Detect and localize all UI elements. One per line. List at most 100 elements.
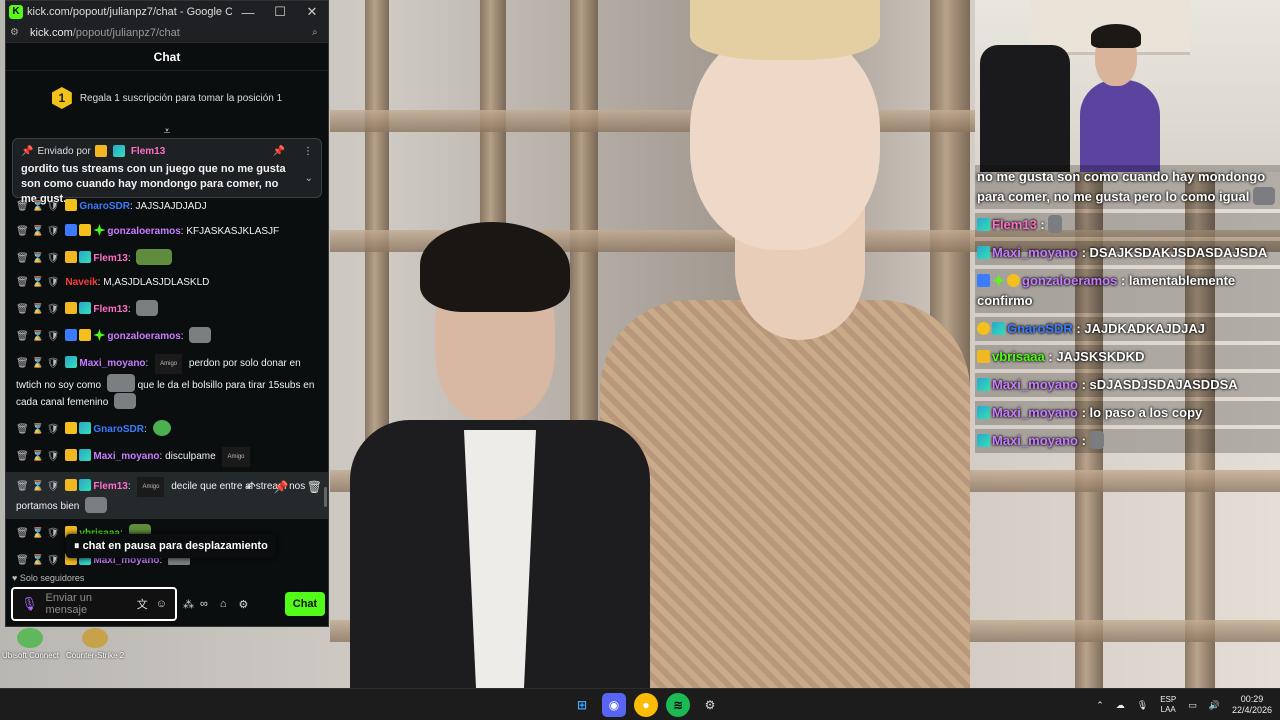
language-indicator[interactable]: ESP LAA [1160, 695, 1176, 715]
mod-tools-icon[interactable]: 🗑 ⌛ 🛡 [16, 200, 59, 214]
infinity-icon[interactable]: ∞ [200, 598, 208, 610]
mod-tools-icon[interactable]: 🗑 ⌛ 🛡 [16, 225, 59, 239]
keyboard-layout: LAA [1160, 705, 1176, 714]
mod-tools-icon[interactable]: 🗑 ⌛ 🛡 [16, 252, 59, 266]
maximize-button[interactable]: ☐ [264, 4, 296, 20]
discord-icon[interactable]: ◉ [602, 693, 626, 717]
chat-username[interactable]: GnaroSDR [79, 201, 130, 212]
site-settings-icon[interactable]: ⚙ [10, 27, 22, 38]
mod-tools-icon[interactable]: 🗑 ⌛ 🛡 [16, 450, 59, 464]
overlay-chat-user: GnaroSDR [1007, 321, 1073, 336]
chevron-down-icon[interactable]: ⌄ [305, 173, 313, 184]
chat-text: JAJSJAJDJADJ [135, 201, 207, 212]
overlay-chat-text: lo paso a los copy [1089, 405, 1203, 420]
pinned-username[interactable]: Flem13 [131, 146, 165, 157]
scrollbar-thumb[interactable] [324, 487, 327, 507]
desktop-icon-ubisoft[interactable]: Ubisoft Connect [2, 628, 59, 660]
chevron-up-icon[interactable]: ⌃ [1096, 700, 1104, 711]
ubisoft-icon [17, 628, 44, 648]
mod-tools-icon[interactable]: 🗑 ⌛ 🛡 [16, 423, 59, 437]
kick-logo-icon: K [9, 5, 23, 19]
window-titlebar: K kick.com/popout/julianpz7/chat - Googl… [6, 1, 328, 23]
steam-icon[interactable]: ⚙ [698, 693, 722, 717]
chat-username[interactable]: Flem13 [93, 253, 127, 264]
pin-message-icon[interactable]: 📌 [274, 480, 289, 494]
mod-tools-icon[interactable]: 🗑 ⌛ 🛡 [16, 330, 59, 344]
clock[interactable]: 00:29 22/4/2026 [1232, 694, 1272, 716]
overlay-chat-user: Maxi_moyano [992, 405, 1078, 420]
emoji-icon[interactable]: ☺ [156, 598, 167, 610]
heart-icon: ♥ [12, 573, 18, 583]
more-options-icon[interactable]: ⋮ [303, 146, 313, 157]
chat-paused-banner[interactable]: ⏸ chat en pausa para desplazamiento [66, 534, 276, 558]
chat-username[interactable]: Maxi_moyano [79, 358, 145, 369]
chat-message: 🗑 ⌛ 🛡 Flem13: [6, 295, 328, 322]
translate-icon[interactable]: 文 [137, 596, 148, 612]
settings-icon[interactable]: ⚙ [239, 598, 249, 611]
microphone-tray-icon[interactable]: 🎙 [1137, 700, 1148, 711]
zoom-icon[interactable]: ⌕ [312, 27, 324, 38]
desktop-icon-cs2[interactable]: Counter-Strike 2 [66, 628, 124, 660]
collapse-arrow-icon[interactable]: ⩡ [6, 125, 328, 139]
chat-text: M,ASJDLASJDLASKLD [103, 277, 210, 288]
pin-icon: 📌 [21, 145, 34, 157]
counter-strike-icon [82, 628, 109, 648]
overlay-chat-line: Maxi_moyano : sDJASDJSDAJASDDSA [975, 373, 1280, 397]
chat-username[interactable]: Maxi_moyano [93, 451, 159, 462]
spotify-icon[interactable]: ≋ [666, 693, 690, 717]
mod-tools-icon[interactable]: 🗑 ⌛ 🛡 [16, 276, 59, 290]
network-cloud-icon[interactable]: ☁ [1116, 700, 1125, 711]
message-input[interactable]: 🎙 Enviar un mensaje 文 ☺ [11, 587, 177, 621]
microphone-icon[interactable]: 🎙 [21, 596, 38, 612]
address-bar[interactable]: ⚙ kick.com/popout/julianpz7/chat ⌕ [6, 23, 328, 43]
mod-tools-icon[interactable]: 🗑 ⌛ 🛡 [16, 357, 59, 371]
overlay-chat-text: JAJDKADKAJDJAJ [1084, 321, 1205, 336]
close-button[interactable]: ✕ [296, 4, 328, 20]
chat-username[interactable]: GnaroSDR [93, 424, 144, 435]
overlay-chat-user: Maxi_moyano [992, 433, 1078, 448]
mod-tools-icon[interactable]: 🗑 ⌛ 🛡 [16, 527, 59, 541]
chat-username[interactable]: Naveik [65, 277, 97, 288]
chat-username[interactable]: gonzaloeramos [107, 226, 180, 237]
overlay-chat-line: Maxi_moyano : [975, 429, 1280, 453]
send-chat-button[interactable]: Chat [285, 592, 325, 616]
subscriber-badge-icon [112, 145, 125, 157]
chat-message-list[interactable]: 🗑 ⌛ 🛡 GnaroSDR: JAJSJAJDJADJ 🗑 ⌛ 🛡 gonzalo… [6, 199, 328, 565]
reply-icon[interactable]: ↶ [246, 480, 256, 494]
chrome-icon[interactable]: ● [634, 693, 658, 717]
chat-message: 🗑 ⌛ 🛡 gonzaloeramos: KFJASKASJKLASJF [16, 224, 280, 239]
overlay-chat-text: DSAJKSDAKJSDASDAJSDA [1089, 245, 1268, 260]
chat-username[interactable]: Flem13 [93, 481, 127, 492]
mod-tools-icon[interactable]: 🗑 ⌛ 🛡 [16, 303, 59, 317]
taskbar-apps: ⊞ ◉ ● ≋ ⚙ [570, 693, 722, 717]
woman-hair [690, 0, 880, 60]
chat-username[interactable]: Flem13 [93, 304, 127, 315]
overlay-chat-line: vbrisaaa : JAJSKSKDKD [975, 345, 1280, 369]
volume-icon[interactable]: 🔊 [1209, 700, 1220, 711]
chat-input-row: 🎙 Enviar un mensaje 文 ☺ ⁂ ∞ ⌂ ⚙ Chat [11, 587, 325, 621]
clock-date: 22/4/2026 [1231, 705, 1272, 715]
message-input-placeholder[interactable]: Enviar un mensaje [46, 592, 129, 616]
man-hair [420, 222, 570, 312]
minimize-button[interactable]: — [232, 5, 264, 20]
url-path: /popout/julianpz7/chat [72, 26, 180, 39]
delete-icon[interactable]: 🗑 [307, 480, 322, 494]
overlay-chat-text: JAJSKSKDKD [1056, 349, 1145, 364]
mod-tools-icon[interactable]: 🗑 ⌛ 🛡 [16, 480, 59, 494]
url-text[interactable]: kick.com/popout/julianpz7/chat [30, 27, 312, 39]
chat-username[interactable]: gonzaloeramos [107, 331, 180, 342]
kick-points-icon[interactable]: ⁂ [183, 598, 194, 611]
message-actions: ↶ 📌 🗑 [246, 480, 322, 494]
pause-icon: ⏸ [74, 540, 80, 552]
overlay-chat-line: Maxi_moyano : DSAJKSDAKJSDASDAJSDA [975, 241, 1280, 265]
store-icon[interactable]: ⌂ [220, 598, 227, 610]
unpin-icon[interactable]: 📌 [273, 146, 285, 157]
crown-badge-icon [65, 449, 78, 461]
gift-sub-promo[interactable]: 1 Regala 1 suscripción para tomar la pos… [6, 71, 328, 125]
display-icon[interactable]: ▭ [1188, 700, 1197, 711]
woman-dress [600, 300, 970, 688]
mod-tools-icon[interactable]: 🗑 ⌛ 🛡 [16, 554, 59, 565]
pinned-sent-by-label: Enviado por [37, 145, 91, 157]
windows-start-icon[interactable]: ⊞ [570, 693, 594, 717]
pinned-message[interactable]: 📌 Enviado por Flem13 📌 ⋮ gordito tus str… [12, 138, 322, 205]
